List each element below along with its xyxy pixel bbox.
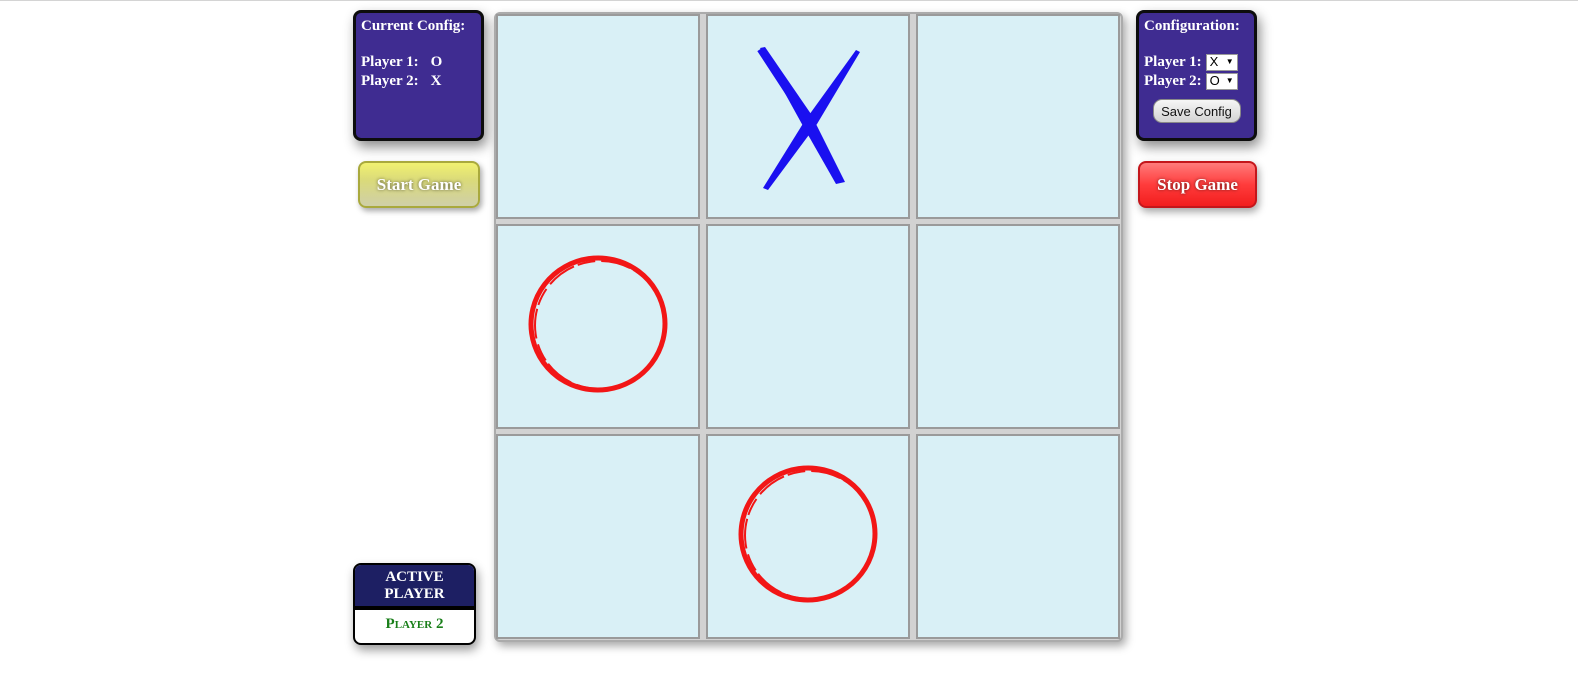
active-player-box: ACTIVE PLAYER Player 2	[353, 563, 476, 645]
current-player2-row: Player 2: X	[361, 72, 476, 90]
x-mark-icon	[757, 46, 860, 190]
config-player2-row: Player 2: O ▼	[1144, 72, 1249, 90]
player1-select-value: X	[1209, 54, 1219, 69]
dropdown-arrow-icon: ▼	[1225, 76, 1234, 85]
o-mark-icon	[528, 254, 668, 393]
board-cell-4[interactable]	[496, 224, 700, 429]
board-cell-1[interactable]	[496, 14, 700, 219]
active-player-header: ACTIVE PLAYER	[355, 565, 474, 610]
player1-select[interactable]: X ▼	[1205, 53, 1238, 71]
board-cell-2[interactable]	[706, 14, 910, 219]
current-player2-label: Player 2:	[361, 73, 419, 89]
board-cell-9[interactable]	[916, 434, 1120, 639]
player2-select[interactable]: O ▼	[1205, 72, 1238, 90]
board-cell-3[interactable]	[916, 14, 1120, 219]
current-player1-row: Player 1: O	[361, 53, 476, 71]
board-cell-8[interactable]	[706, 434, 910, 639]
current-config-panel: Current Config: Player 1: O Player 2: X	[353, 10, 484, 141]
current-config-title: Current Config:	[361, 18, 466, 34]
board-cell-6[interactable]	[916, 224, 1120, 429]
player2-select-value: O	[1209, 73, 1220, 88]
board-cell-7[interactable]	[496, 434, 700, 639]
o-mark-icon	[738, 464, 878, 603]
start-game-button[interactable]: Start Game	[358, 161, 480, 208]
current-player2-value: X	[430, 73, 442, 89]
stop-game-button[interactable]: Stop Game	[1138, 161, 1257, 208]
board-cell-5[interactable]	[706, 224, 910, 429]
config-player1-row: Player 1: X ▼	[1144, 53, 1249, 71]
current-player1-value: O	[430, 54, 443, 70]
configuration-title: Configuration:	[1144, 18, 1240, 34]
config-player1-label: Player 1:	[1144, 54, 1202, 70]
save-config-button[interactable]: Save Config	[1152, 99, 1241, 123]
game-board	[494, 12, 1123, 642]
configuration-panel: Configuration: Player 1: X ▼ Player 2: O…	[1136, 10, 1257, 141]
dropdown-arrow-icon: ▼	[1225, 57, 1234, 66]
config-player2-label: Player 2:	[1144, 73, 1202, 89]
active-player-value: Player 2	[385, 616, 444, 632]
current-player1-label: Player 1:	[361, 54, 419, 70]
